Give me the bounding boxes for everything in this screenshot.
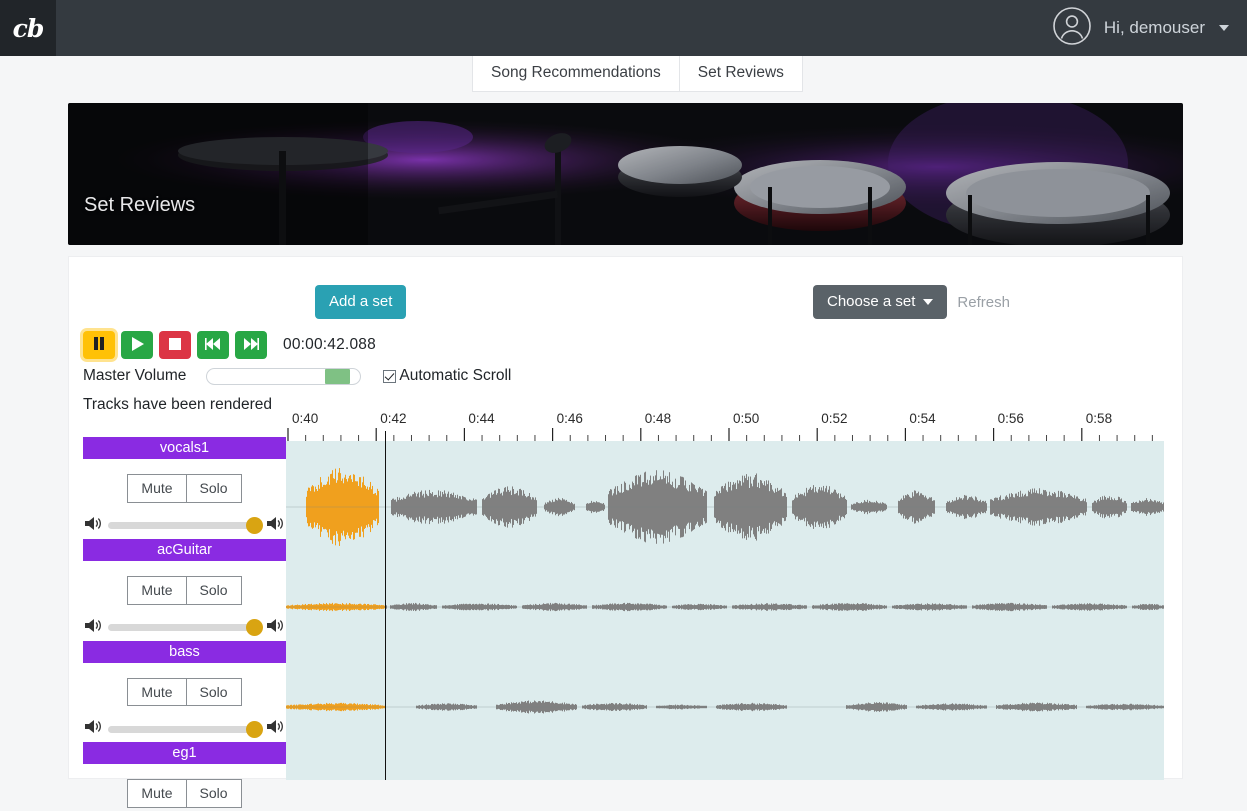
user-greeting: Hi, demouser: [1103, 18, 1205, 37]
play-button[interactable]: [121, 331, 153, 359]
track-volume-row: [83, 719, 286, 739]
tab-set-reviews[interactable]: Set Reviews: [679, 56, 803, 92]
drumkit-photo: [68, 103, 1183, 245]
choose-set-label: Choose a set: [827, 293, 916, 310]
rewind-button[interactable]: [197, 331, 229, 359]
solo-button[interactable]: Solo: [186, 474, 242, 503]
svg-text:0:50: 0:50: [733, 411, 759, 426]
mute-button[interactable]: Mute: [127, 474, 187, 503]
track-name-eg1[interactable]: eg1: [83, 742, 286, 765]
transport-controls: 00:00:42.088: [83, 331, 376, 359]
render-status-text: Tracks have been rendered: [83, 396, 272, 413]
tab-song-recommendations[interactable]: Song Recommendations: [472, 56, 680, 92]
speaker-icon: [267, 516, 284, 536]
waveform-canvas[interactable]: [286, 441, 1164, 780]
speaker-icon: [267, 618, 284, 638]
timeline-ruler[interactable]: 0:40 0:42 0:44 0:46 0:48 0:50 0:52 0:54 0:56 0:58: [286, 407, 1183, 441]
track-volume-slider[interactable]: [108, 517, 263, 535]
automatic-scroll-label: Automatic Scroll: [399, 367, 512, 384]
track-header-list: vocals1 Mute Solo acGuitar Mute Solo bas…: [83, 437, 286, 811]
fast-forward-button[interactable]: [235, 331, 267, 359]
mute-solo-group: Mute Solo: [83, 677, 286, 707]
track-volume-slider[interactable]: [108, 619, 263, 637]
timecode-display: 00:00:42.088: [283, 336, 376, 353]
svg-text:0:48: 0:48: [645, 411, 671, 426]
mute-button[interactable]: Mute: [127, 575, 187, 605]
rewind-icon: [205, 337, 221, 353]
speaker-icon: [85, 719, 102, 739]
master-volume-thumb[interactable]: [325, 368, 351, 384]
track-volume-row: [83, 618, 286, 638]
automatic-scroll-checkbox[interactable]: [383, 369, 397, 383]
playhead[interactable]: [385, 431, 386, 780]
stop-button[interactable]: [159, 331, 191, 359]
speaker-icon: [85, 618, 102, 638]
svg-text:0:42: 0:42: [380, 411, 406, 426]
track-volume-thumb[interactable]: [246, 517, 263, 535]
svg-text:0:58: 0:58: [1086, 411, 1112, 426]
mute-solo-group: Mute Solo: [83, 575, 286, 605]
top-navbar: cb Hi, demouser: [0, 0, 1247, 56]
mute-solo-group: Mute Solo: [83, 779, 286, 809]
track-name-vocals1[interactable]: vocals1: [83, 437, 286, 459]
solo-button[interactable]: Solo: [186, 779, 242, 809]
track-volume-row: [83, 516, 286, 536]
mute-solo-group: Mute Solo: [83, 474, 286, 503]
choose-set-dropdown[interactable]: Choose a set: [813, 285, 948, 319]
mute-button[interactable]: Mute: [127, 677, 187, 707]
stop-icon: [169, 337, 181, 353]
speaker-icon: [85, 516, 102, 536]
master-volume-row: Master Volume Automatic Scroll: [83, 367, 511, 385]
add-set-button[interactable]: Add a set: [315, 285, 407, 319]
solo-button[interactable]: Solo: [186, 575, 242, 605]
page-title: Set Reviews: [84, 194, 196, 216]
fast-forward-icon: [243, 337, 259, 353]
track-name-acguitar[interactable]: acGuitar: [83, 538, 286, 561]
track-row: bass Mute Solo: [83, 640, 286, 740]
play-icon: [131, 336, 144, 354]
speaker-icon: [267, 719, 284, 739]
chevron-down-icon: [923, 299, 934, 305]
svg-text:0:56: 0:56: [998, 411, 1024, 426]
svg-text:0:46: 0:46: [557, 411, 583, 426]
svg-text:0:44: 0:44: [468, 411, 495, 426]
master-volume-label: Master Volume: [83, 367, 187, 384]
hero-banner: Set Reviews: [68, 103, 1183, 245]
automatic-scroll-toggle[interactable]: Automatic Scroll: [383, 367, 511, 385]
set-review-panel: Add a set Choose a set Refresh 00:00:42.…: [68, 256, 1183, 809]
svg-text:0:54: 0:54: [909, 411, 936, 426]
track-volume-thumb[interactable]: [246, 720, 263, 738]
svg-text:0:52: 0:52: [821, 411, 847, 426]
chevron-down-icon[interactable]: [1219, 25, 1229, 31]
timeline-area[interactable]: 0:40 0:42 0:44 0:46 0:48 0:50 0:52 0:54 0:56 0:58: [286, 407, 1183, 780]
track-volume-thumb[interactable]: [246, 619, 263, 637]
cb-logo-icon[interactable]: cb: [0, 0, 56, 56]
svg-text:0:40: 0:40: [292, 411, 318, 426]
track-volume-slider[interactable]: [108, 720, 263, 738]
tab-bar: Song Recommendations Set Reviews: [0, 56, 1247, 92]
track-row: vocals1 Mute Solo: [83, 437, 286, 536]
track-row: acGuitar Mute Solo: [83, 538, 286, 638]
pause-icon: [93, 337, 105, 353]
solo-button[interactable]: Solo: [186, 677, 242, 707]
mute-button[interactable]: Mute: [127, 779, 187, 809]
refresh-link[interactable]: Refresh: [957, 294, 1010, 311]
user-menu[interactable]: Hi, demouser: [1052, 6, 1247, 51]
user-avatar-icon: [1052, 6, 1092, 51]
track-row: eg1 Mute Solo: [83, 742, 286, 809]
track-name-bass[interactable]: bass: [83, 640, 286, 663]
pause-button[interactable]: [83, 331, 115, 359]
master-volume-slider[interactable]: [206, 367, 362, 385]
